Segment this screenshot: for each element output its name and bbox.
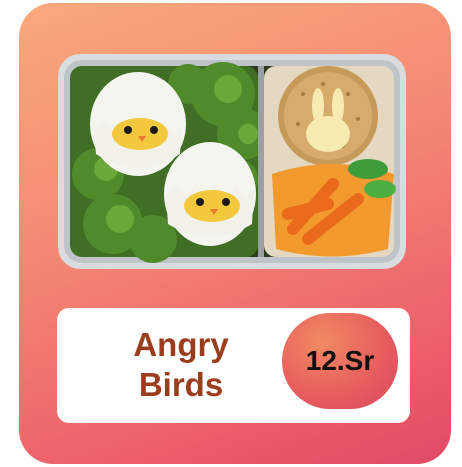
price-badge[interactable]: 12.Sr [282, 313, 398, 409]
product-title-line1: Angry [133, 326, 229, 363]
product-title: Angry Birds [92, 325, 270, 405]
price-label: 12.Sr [305, 345, 375, 376]
product-title-line2: Birds [138, 366, 224, 403]
bento-box-image [58, 54, 406, 269]
